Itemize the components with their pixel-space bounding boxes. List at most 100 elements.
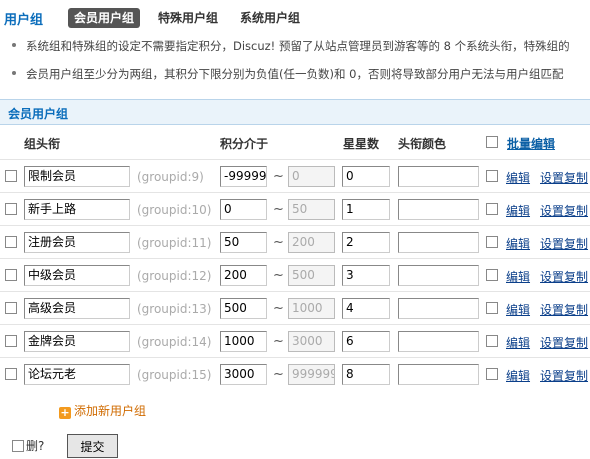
title-color-input[interactable]	[398, 364, 479, 385]
bulk-row-checkbox[interactable]	[486, 335, 498, 347]
bulk-edit-checkbox[interactable]	[486, 136, 498, 148]
group-id-label: (groupid:9)	[137, 170, 204, 184]
range-separator: ~	[273, 367, 284, 382]
group-id-label: (groupid:11)	[137, 236, 212, 250]
bulk-row-checkbox[interactable]	[486, 170, 498, 182]
delete-toggle[interactable]: 删?	[12, 437, 44, 454]
bulk-row-checkbox[interactable]	[486, 368, 498, 380]
row-select-checkbox[interactable]	[5, 302, 17, 314]
copy-settings-link[interactable]: 设置复制	[540, 334, 588, 351]
stars-input[interactable]: 8	[342, 364, 390, 385]
group-id-label: (groupid:13)	[137, 302, 212, 316]
copy-settings-link[interactable]: 设置复制	[540, 169, 588, 186]
bulk-row-checkbox[interactable]	[486, 203, 498, 215]
credit-low-input[interactable]: 50	[220, 232, 267, 253]
column-stars: 星星数	[343, 137, 380, 151]
group-name-input[interactable]: 限制会员	[24, 166, 130, 187]
group-section-title: 会员用户组	[8, 107, 69, 121]
title-color-input[interactable]	[398, 232, 479, 253]
stars-input[interactable]: 0	[342, 166, 390, 187]
range-separator: ~	[273, 334, 284, 349]
edit-link[interactable]: 编辑	[506, 334, 530, 351]
edit-link[interactable]: 编辑	[506, 367, 530, 384]
credit-high-input: 1000	[288, 298, 335, 319]
bullet-icon	[12, 42, 16, 47]
edit-link[interactable]: 编辑	[506, 301, 530, 318]
edit-link[interactable]: 编辑	[506, 235, 530, 252]
edit-link[interactable]: 编辑	[506, 169, 530, 186]
credit-low-input[interactable]: 500	[220, 298, 267, 319]
credit-low-input[interactable]: 200	[220, 265, 267, 286]
delete-checkbox[interactable]	[12, 440, 24, 452]
range-separator: ~	[273, 268, 284, 283]
credit-high-input: 50	[288, 199, 335, 220]
table-header: 组头衔 积分介于 星星数 头衔颜色 批量编辑	[0, 131, 590, 153]
group-name-input[interactable]: 新手上路	[24, 199, 130, 220]
group-name-input[interactable]: 论坛元老	[24, 364, 130, 385]
group-name-input[interactable]: 金牌会员	[24, 331, 130, 352]
tab-special-groups[interactable]: 特殊用户组	[152, 8, 224, 28]
table-row: 金牌会员 (groupid:14) 1000 ~3000 6 编辑 设置复制	[0, 324, 590, 357]
edit-link[interactable]: 编辑	[506, 268, 530, 285]
title-color-input[interactable]	[398, 166, 479, 187]
bulk-edit-link[interactable]: 批量编辑	[507, 135, 555, 152]
group-name-input[interactable]: 注册会员	[24, 232, 130, 253]
credit-low-input[interactable]: 1000	[220, 331, 267, 352]
table-row: 注册会员 (groupid:11) 50 ~200 2 编辑 设置复制	[0, 225, 590, 258]
group-name-input[interactable]: 高级会员	[24, 298, 130, 319]
bulk-row-checkbox[interactable]	[486, 269, 498, 281]
credit-high-input: 500	[288, 265, 335, 286]
add-group-link[interactable]: + 添加新用户组	[59, 402, 146, 419]
edit-link[interactable]: 编辑	[506, 202, 530, 219]
range-separator: ~	[273, 235, 284, 250]
credit-high-input: 200	[288, 232, 335, 253]
credit-low-input[interactable]: -99999	[220, 166, 267, 187]
tip-item: 会员用户组至少分为两组，其积分下限分别为负值(任一负数)和 0，否则将导致部分用…	[12, 66, 563, 82]
row-select-checkbox[interactable]	[5, 335, 17, 347]
bulk-row-checkbox[interactable]	[486, 302, 498, 314]
credit-high-input: 3000	[288, 331, 335, 352]
table-row: 高级会员 (groupid:13) 500 ~1000 4 编辑 设置复制	[0, 291, 590, 324]
group-id-label: (groupid:10)	[137, 203, 212, 217]
title-color-input[interactable]	[398, 199, 479, 220]
column-name: 组头衔	[24, 137, 61, 151]
credit-low-input[interactable]: 3000	[220, 364, 267, 385]
submit-button[interactable]: 提交	[67, 434, 118, 458]
copy-settings-link[interactable]: 设置复制	[540, 301, 588, 318]
tab-member-groups[interactable]: 会员用户组	[68, 8, 141, 28]
copy-settings-link[interactable]: 设置复制	[540, 235, 588, 252]
title-color-input[interactable]	[398, 331, 479, 352]
column-color: 头衔颜色	[398, 137, 447, 151]
range-separator: ~	[273, 301, 284, 316]
copy-settings-link[interactable]: 设置复制	[540, 268, 588, 285]
copy-settings-link[interactable]: 设置复制	[540, 202, 588, 219]
credit-high-input: 999999	[288, 364, 335, 385]
stars-input[interactable]: 4	[342, 298, 390, 319]
group-name-input[interactable]: 中级会员	[24, 265, 130, 286]
group-id-label: (groupid:12)	[137, 269, 212, 283]
stars-input[interactable]: 1	[342, 199, 390, 220]
stars-input[interactable]: 2	[342, 232, 390, 253]
row-select-checkbox[interactable]	[5, 170, 17, 182]
title-color-input[interactable]	[398, 298, 479, 319]
bulk-row-checkbox[interactable]	[486, 236, 498, 248]
row-select-checkbox[interactable]	[5, 236, 17, 248]
title-color-input[interactable]	[398, 265, 479, 286]
credit-high-input: 0	[288, 166, 335, 187]
stars-input[interactable]: 3	[342, 265, 390, 286]
stars-input[interactable]: 6	[342, 331, 390, 352]
row-select-checkbox[interactable]	[5, 203, 17, 215]
plus-icon: +	[59, 406, 71, 419]
row-select-checkbox[interactable]	[5, 269, 17, 281]
tab-system-groups[interactable]: 系统用户组	[234, 8, 306, 28]
table-row: 论坛元老 (groupid:15) 3000 ~999999 8 编辑 设置复制	[0, 357, 590, 390]
row-select-checkbox[interactable]	[5, 368, 17, 380]
delete-label: 删?	[26, 439, 45, 453]
table-row: 限制会员 (groupid:9) -99999 ~0 0 编辑 设置复制	[0, 159, 590, 192]
copy-settings-link[interactable]: 设置复制	[540, 367, 588, 384]
group-section-header: 会员用户组	[0, 99, 590, 125]
bullet-icon	[12, 70, 16, 75]
table-row: 中级会员 (groupid:12) 200 ~500 3 编辑 设置复制	[0, 258, 590, 291]
range-separator: ~	[273, 202, 284, 217]
credit-low-input[interactable]: 0	[220, 199, 267, 220]
